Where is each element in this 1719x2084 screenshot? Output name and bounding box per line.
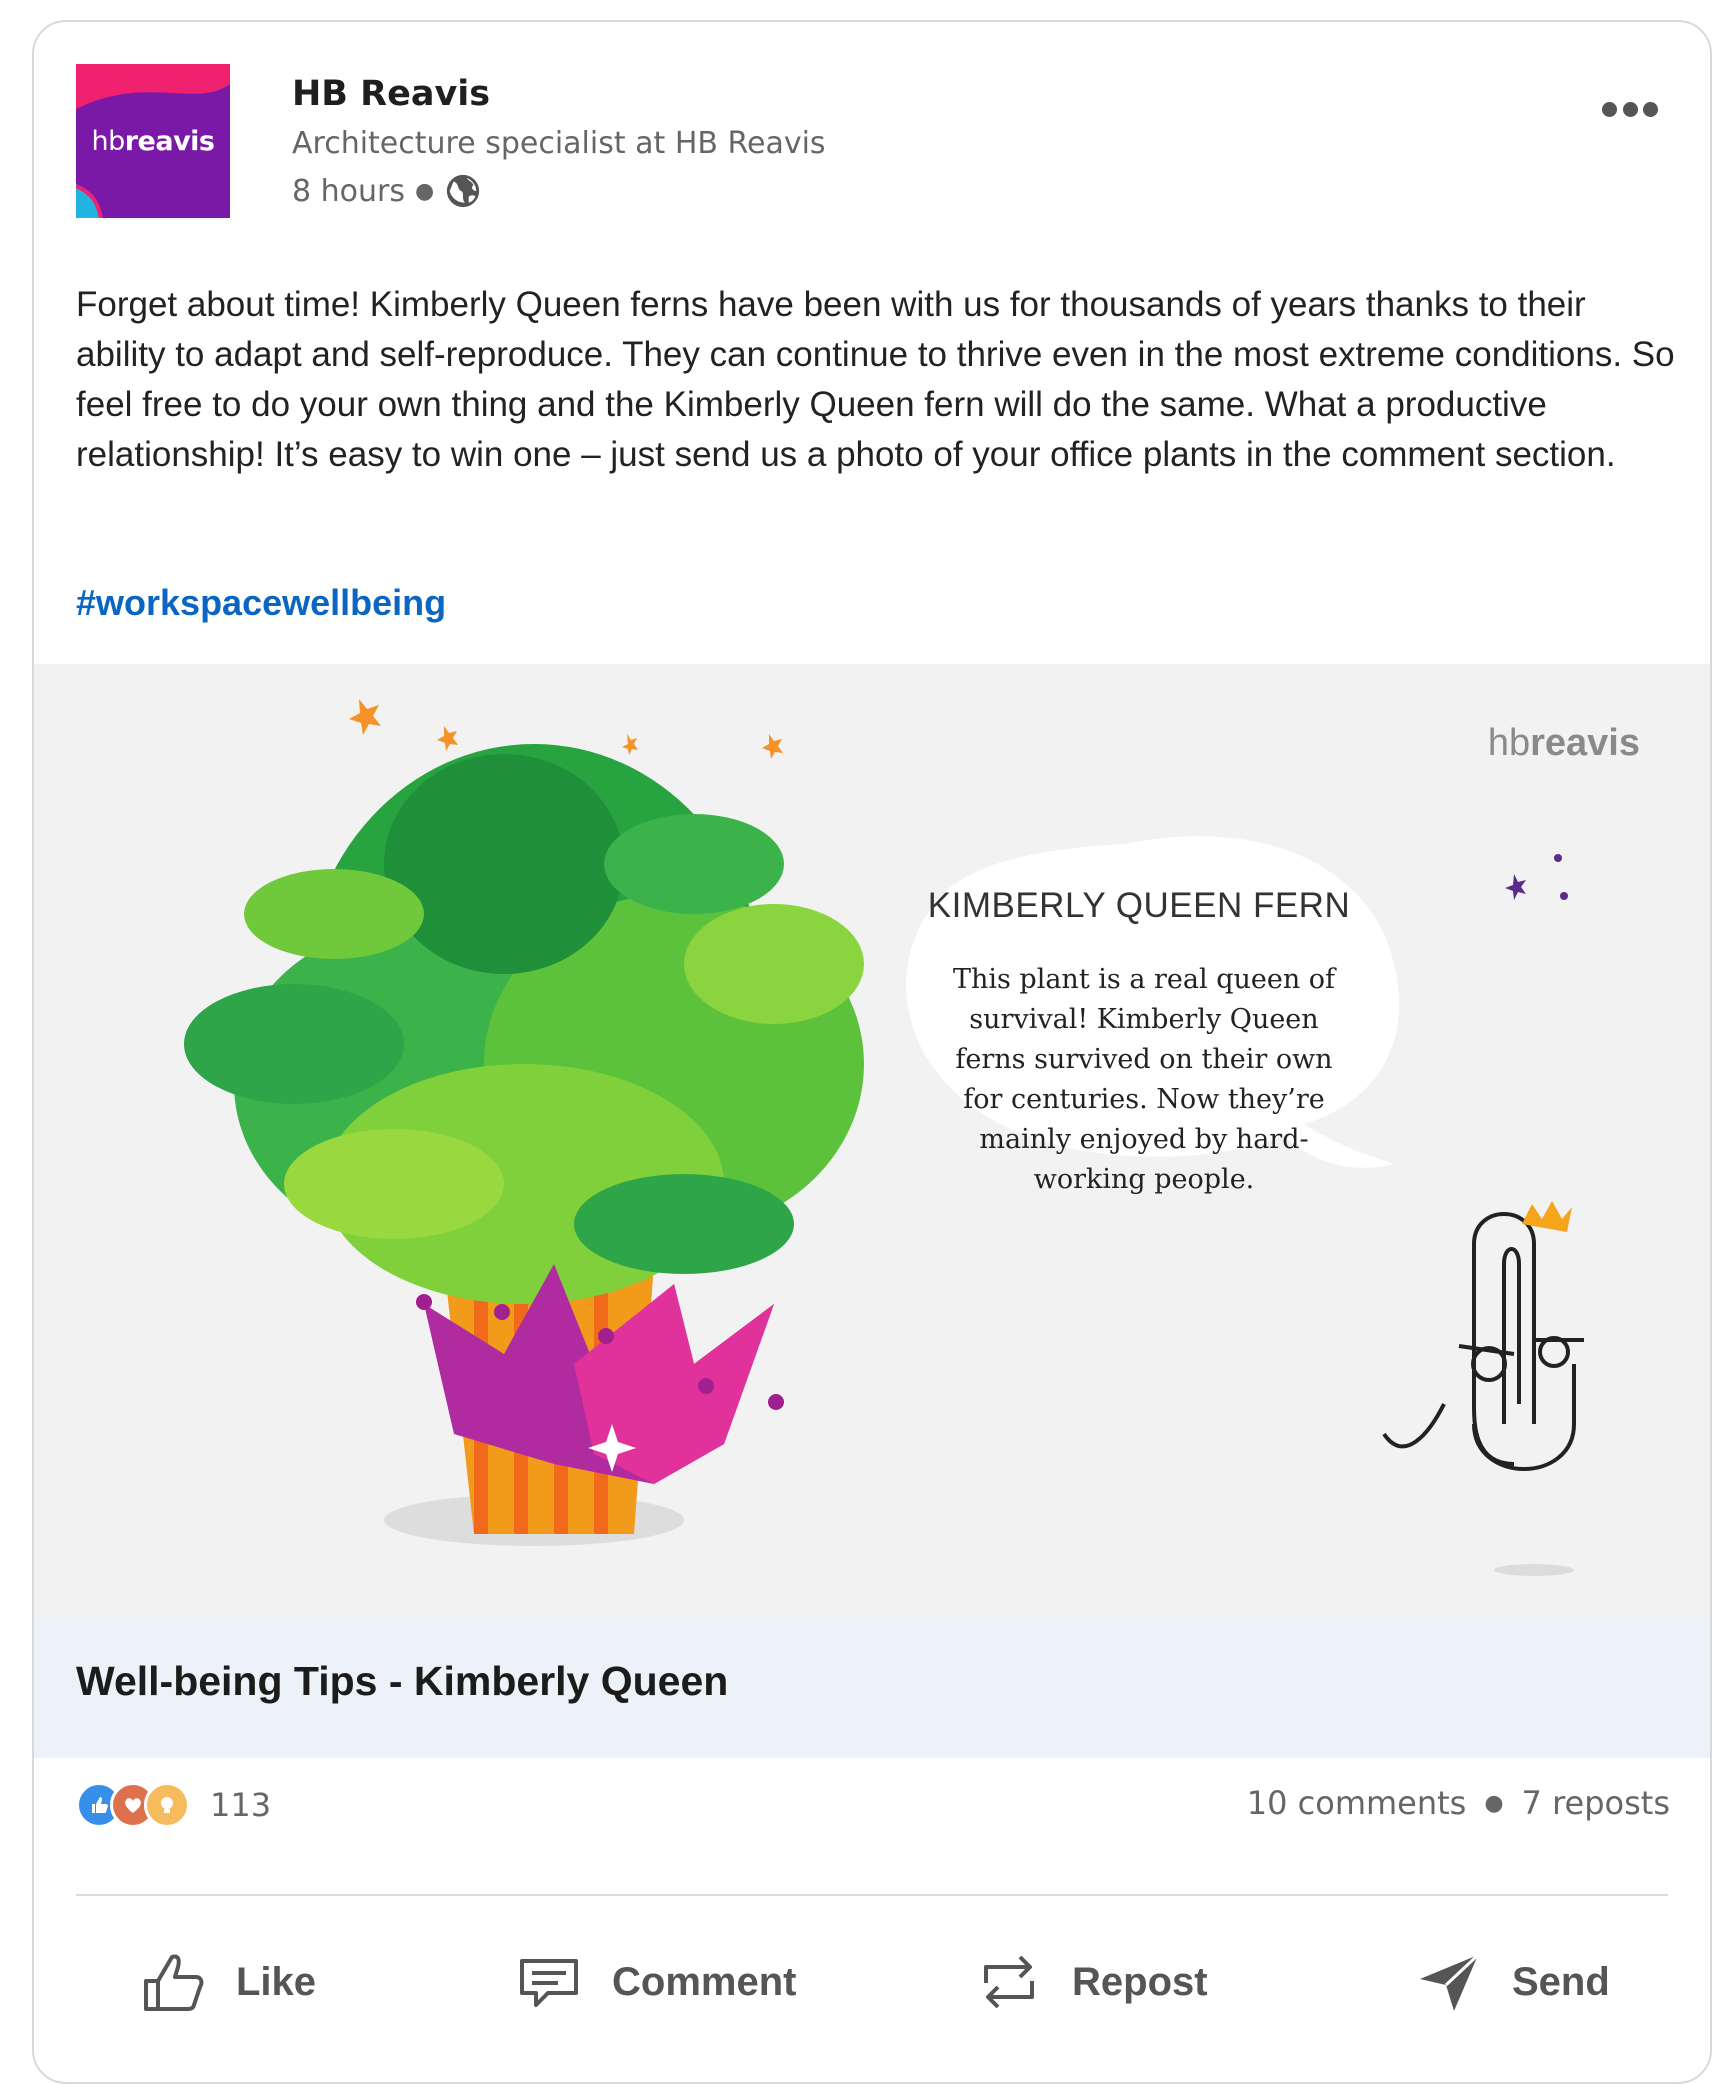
action-bar: Like Comment Repost Send: [34, 1932, 1710, 2032]
post-card: hbreavis HB Reavis Architecture speciali…: [32, 20, 1712, 2084]
comment-icon: [520, 1959, 578, 2007]
more-options-button[interactable]: [1602, 94, 1658, 124]
engagement-links: 10 comments ● 7 reposts: [1247, 1784, 1670, 1822]
author-name[interactable]: HB Reavis: [292, 74, 490, 114]
post-image[interactable]: hbreavis KIMBERLY QUEEN FERN This plant …: [34, 664, 1710, 1614]
post-time: 8 hours: [292, 173, 405, 209]
author-subtitle: Architecture specialist at HB Reavis: [292, 126, 826, 161]
reposts-count-link[interactable]: 7 reposts: [1522, 1784, 1670, 1822]
post-header: hbreavis HB Reavis Architecture speciali…: [34, 22, 1710, 232]
comment-label: Comment: [612, 1959, 797, 2004]
dot-icon: [1643, 101, 1658, 117]
link-title[interactable]: Well-being Tips - Kimberly Queen: [76, 1658, 728, 1705]
watermark-logo: hbreavis: [1487, 722, 1640, 764]
link-preview[interactable]: Well-being Tips - Kimberly Queen: [34, 1614, 1710, 1758]
post-meta: 8 hours ●: [292, 172, 482, 210]
repost-icon: [984, 1955, 1034, 2009]
repost-label: Repost: [1072, 1959, 1208, 2004]
reactions[interactable]: 113: [76, 1782, 271, 1828]
divider: [76, 1894, 1668, 1896]
separator-dot: ●: [1484, 1790, 1504, 1816]
reaction-count[interactable]: 113: [210, 1786, 271, 1824]
like-label: Like: [236, 1959, 317, 2004]
globe-icon: [447, 174, 480, 208]
repost-button[interactable]: Repost: [974, 1932, 1208, 2032]
bubble-text: This plant is a real queen of survival! …: [952, 964, 1336, 1195]
illustration: [184, 699, 1584, 1576]
like-icon: [144, 1954, 204, 2011]
insightful-reaction-icon: [144, 1782, 190, 1828]
company-logo[interactable]: hbreavis: [76, 64, 230, 218]
dot-icon: [1622, 101, 1638, 117]
like-button[interactable]: Like: [138, 1932, 316, 2032]
comment-button[interactable]: Comment: [514, 1932, 796, 2032]
hashtag-link[interactable]: #workspacewellbeing: [76, 582, 446, 624]
meta-separator: ●: [414, 178, 435, 204]
comments-count-link[interactable]: 10 comments: [1247, 1784, 1467, 1822]
send-button[interactable]: Send: [1414, 1932, 1610, 2032]
send-icon: [1420, 1953, 1480, 2011]
bubble-title: KIMBERLY QUEEN FERN: [927, 886, 1351, 925]
logo-wordmark: hbreavis: [91, 126, 215, 157]
dot-icon: [1602, 101, 1617, 117]
post-body: Forget about time! Kimberly Queen ferns …: [76, 285, 1675, 474]
send-label: Send: [1512, 1959, 1610, 2004]
social-counts: 113 10 comments ● 7 reposts: [34, 1782, 1710, 1842]
